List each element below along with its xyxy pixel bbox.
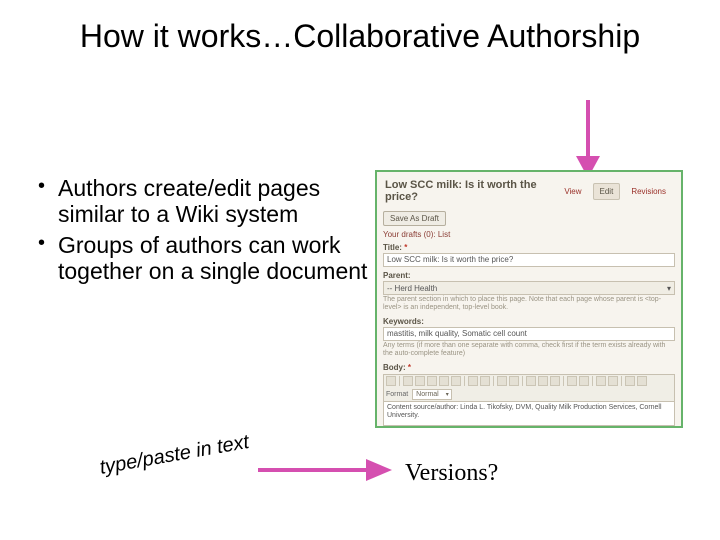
bullet-list-container: Authors create/edit pages similar to a W… xyxy=(30,175,370,289)
cut-icon[interactable] xyxy=(403,376,413,386)
find-icon[interactable] xyxy=(497,376,507,386)
copy-icon[interactable] xyxy=(415,376,425,386)
parent-help: The parent section in which to place thi… xyxy=(383,296,675,313)
title-label: Title: * xyxy=(383,243,675,252)
keywords-help: Any terms (if more than one separate wit… xyxy=(383,342,675,359)
body-textarea[interactable]: Content source/author: Linda L. Tikofsky… xyxy=(383,402,675,426)
replace-icon[interactable] xyxy=(509,376,519,386)
annotation-type-paste: type/paste in text xyxy=(98,431,251,480)
page-heading: Low SCC milk: Is it worth the price? xyxy=(385,179,557,203)
ul-icon[interactable] xyxy=(608,376,618,386)
image-icon[interactable] xyxy=(625,376,635,386)
editor-screenshot: Low SCC milk: Is it worth the price? Vie… xyxy=(375,170,683,428)
paste-text-icon[interactable] xyxy=(439,376,449,386)
chevron-down-icon: ▾ xyxy=(667,284,671,293)
keywords-label: Keywords: xyxy=(383,317,675,326)
tab-revisions[interactable]: Revisions xyxy=(624,183,673,200)
arrow-down-icon xyxy=(568,100,608,180)
slide-title: How it works…Collaborative Authorship xyxy=(0,0,720,55)
bullet-item: Authors create/edit pages similar to a W… xyxy=(30,175,370,228)
redo-icon[interactable] xyxy=(480,376,490,386)
save-draft-button[interactable]: Save As Draft xyxy=(383,211,446,226)
parent-label: Parent: xyxy=(383,271,675,280)
ol-icon[interactable] xyxy=(596,376,606,386)
paste-icon[interactable] xyxy=(427,376,437,386)
drafts-link[interactable]: Your drafts (0): List xyxy=(383,230,675,239)
arrow-right-icon xyxy=(258,450,398,490)
editor-toolbar: Format Normal xyxy=(383,374,675,402)
keywords-input[interactable]: mastitis, milk quality, Somatic cell cou… xyxy=(383,327,675,341)
undo-icon[interactable] xyxy=(468,376,478,386)
tab-view[interactable]: View xyxy=(557,183,588,200)
tab-edit[interactable]: Edit xyxy=(593,183,621,200)
body-label: Body: * xyxy=(383,363,675,372)
underline-icon[interactable] xyxy=(550,376,560,386)
annotation-versions: Versions? xyxy=(405,460,498,487)
subscript-icon[interactable] xyxy=(567,376,577,386)
bold-icon[interactable] xyxy=(526,376,536,386)
source-icon[interactable] xyxy=(386,376,396,386)
italic-icon[interactable] xyxy=(538,376,548,386)
parent-select[interactable]: -- Herd Health▾ xyxy=(383,281,675,295)
bullet-item: Groups of authors can work together on a… xyxy=(30,232,370,285)
format-label: Format xyxy=(386,391,408,398)
superscript-icon[interactable] xyxy=(579,376,589,386)
table-icon[interactable] xyxy=(637,376,647,386)
paste-word-icon[interactable] xyxy=(451,376,461,386)
format-select[interactable]: Normal xyxy=(412,389,452,400)
title-input[interactable]: Low SCC milk: Is it worth the price? xyxy=(383,253,675,267)
page-tabs: View Edit Revisions xyxy=(557,183,673,200)
